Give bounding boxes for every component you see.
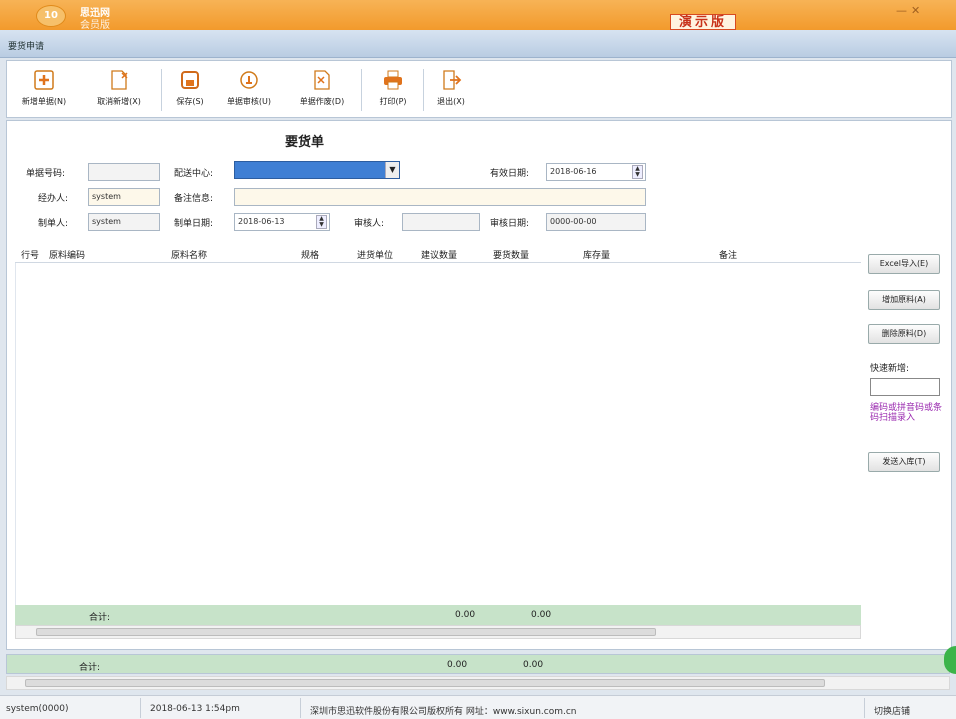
form-title: 要货单: [285, 135, 325, 150]
maker-field[interactable]: system: [88, 213, 160, 231]
handler-label: 经办人:: [38, 194, 69, 204]
column-header-spec[interactable]: 规格: [301, 248, 319, 261]
status-separator: [300, 698, 301, 718]
grid-total-label: 合计:: [89, 613, 111, 623]
remark-field[interactable]: [234, 188, 646, 206]
exit-icon: [443, 70, 462, 90]
date-spinner-icon[interactable]: ▲ ▼: [632, 165, 643, 179]
scrollbar-thumb[interactable]: [36, 628, 656, 636]
dist-center-select[interactable]: ▼: [234, 161, 400, 179]
demo-badge: 演示版: [670, 14, 737, 30]
grid-total-order: 0.00: [531, 610, 552, 620]
column-header-remark[interactable]: 备注: [719, 248, 737, 261]
chevron-down-icon[interactable]: ▼: [385, 162, 399, 178]
grid-total-row: 合计: 0.00 0.00: [15, 605, 861, 625]
app-title-bar: [0, 0, 956, 30]
window-controls[interactable]: —✕: [896, 4, 924, 17]
minimize-icon[interactable]: —: [896, 4, 911, 17]
status-bar: system(0000) 2018-06-13 1:54pm 深圳市思迅软件股份…: [0, 695, 956, 719]
switch-store-link[interactable]: 切换店铺: [874, 704, 910, 717]
cancel-document-icon: [111, 70, 128, 90]
scrollbar-thumb[interactable]: [25, 679, 825, 687]
column-header-suggest-qty[interactable]: 建议数量: [421, 248, 457, 261]
cancel-new-button[interactable]: 取消新增(X): [83, 63, 155, 117]
grid-horizontal-scrollbar[interactable]: [15, 625, 861, 639]
status-separator: [140, 698, 141, 718]
audit-date-label: 审核日期:: [490, 219, 530, 229]
save-button[interactable]: 保存(S): [167, 63, 213, 117]
footer-total-value-2: 0.00: [523, 660, 544, 670]
delete-material-button[interactable]: 删除原料(D): [868, 324, 940, 344]
toolbar-separator: [361, 69, 362, 111]
auditor-label: 审核人:: [354, 219, 385, 229]
toolbar-separator: [161, 69, 162, 111]
material-grid[interactable]: [15, 263, 861, 605]
grid-total-suggest: 0.00: [455, 610, 476, 620]
column-header-stock-qty[interactable]: 库存量: [583, 248, 610, 261]
footer-total-value-1: 0.00: [447, 660, 468, 670]
status-user: system(0000): [6, 704, 69, 714]
column-header-row-no[interactable]: 行号: [21, 248, 39, 261]
send-stock-button[interactable]: 发送入库(T): [868, 452, 940, 472]
column-header-order-qty[interactable]: 要货数量: [493, 248, 529, 261]
dist-center-label: 配送中心:: [174, 169, 214, 179]
handler-field[interactable]: system: [88, 188, 160, 206]
footer-horizontal-scrollbar[interactable]: [6, 676, 950, 690]
window-title: 要货申请: [8, 42, 45, 52]
make-date-label: 制单日期:: [174, 219, 214, 229]
auditor-field[interactable]: [402, 213, 480, 231]
make-date-field[interactable]: 2018-06-13 ▲ ▼: [234, 213, 330, 231]
audit-date-field[interactable]: 0000-00-00: [546, 213, 646, 231]
doc-no-field[interactable]: [88, 163, 160, 181]
valid-date-label: 有效日期:: [490, 169, 530, 179]
add-material-button[interactable]: 增加原料(A): [868, 290, 940, 310]
remark-label: 备注信息:: [174, 194, 214, 204]
app-logo: 10: [36, 5, 66, 27]
toolbar: 新增单据(N) 取消新增(X) 保存(S) 单据审核(U) 单据作废(D) 打印…: [6, 60, 952, 118]
exit-button[interactable]: 退出(X): [429, 63, 473, 117]
valid-date-field[interactable]: 2018-06-16 ▲ ▼: [546, 163, 646, 181]
new-document-button[interactable]: 新增单据(N): [13, 63, 75, 117]
footer-total-row: 合计: 0.00 0.00: [6, 654, 950, 674]
quick-add-input[interactable]: [870, 378, 940, 396]
app-subtitle: 会员版: [80, 20, 110, 31]
quick-add-label: 快速新增:: [870, 364, 910, 374]
status-copyright: 深圳市思迅软件股份有限公司版权所有 网址：www.sixun.com.cn: [310, 707, 577, 717]
print-button[interactable]: 打印(P): [369, 63, 417, 117]
stamp-icon: [240, 71, 258, 89]
printer-icon: [384, 70, 402, 90]
audit-document-button[interactable]: 单据审核(U): [217, 63, 281, 117]
close-icon[interactable]: ✕: [911, 4, 924, 17]
status-time: 2018-06-13 1:54pm: [150, 704, 240, 714]
column-header-purchase-unit[interactable]: 进货单位: [357, 248, 393, 261]
void-document-button[interactable]: 单据作废(D): [289, 63, 355, 117]
window-title-bar: 要货申请: [0, 30, 956, 58]
maker-label: 制单人:: [38, 219, 69, 229]
doc-no-label: 单据号码:: [26, 169, 66, 179]
toolbar-separator: [423, 69, 424, 111]
quick-add-hint: 编码或拼音码或条码扫描录入: [870, 403, 943, 423]
save-icon: [181, 71, 199, 89]
status-separator: [864, 698, 865, 718]
column-header-material-code[interactable]: 原料编码: [49, 248, 85, 261]
excel-import-button[interactable]: Excel导入(E): [868, 254, 940, 274]
add-icon: [34, 70, 54, 90]
void-document-icon: [314, 70, 330, 90]
column-header-material-name[interactable]: 原料名称: [171, 248, 207, 261]
date-spinner-icon[interactable]: ▲ ▼: [316, 215, 327, 229]
grid-header: 行号 原料编码 原料名称 规格 进货单位 建议数量 要货数量 库存量 备注: [15, 245, 861, 263]
footer-total-label: 合计:: [79, 663, 101, 673]
